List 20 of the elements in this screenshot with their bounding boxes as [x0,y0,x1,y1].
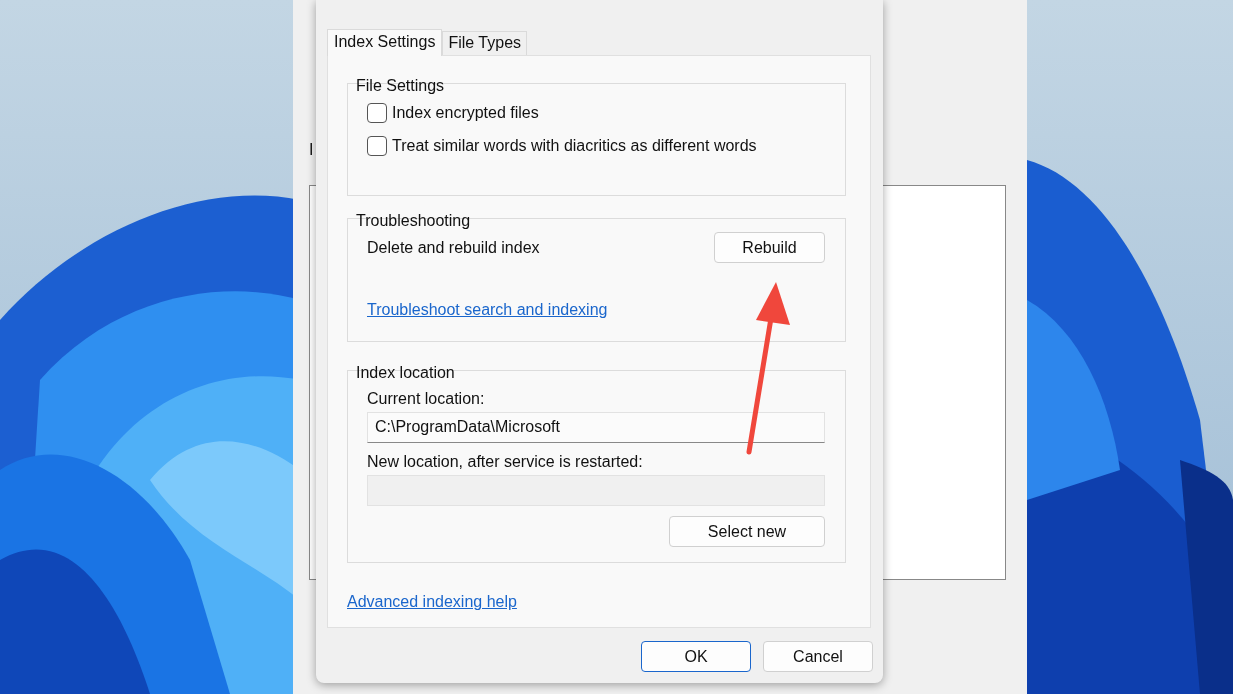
field-label: New location, after service is restarted: [367,453,644,471]
checkbox[interactable] [367,103,387,123]
checkbox-label: Treat similar words with diacritics as different words [392,137,757,155]
dialog-button[interactable]: Cancel [763,641,873,672]
checkbox-label: Index encrypted files [392,104,539,122]
troubleshoot-link[interactable]: Troubleshoot search and indexing [367,301,608,319]
group-title: Index location [356,364,455,382]
field-label: Current location: [367,390,486,408]
rebuild-button[interactable]: Rebuild [714,232,825,263]
group-title: Troubleshooting [356,212,471,230]
checkbox[interactable] [367,136,387,156]
rebuild-label: Delete and rebuild index [367,238,540,257]
tab[interactable]: File Types [442,31,528,55]
group-title: File Settings [356,77,445,95]
tab[interactable]: Index Settings [327,29,443,56]
dialog-button[interactable]: OK [641,641,751,672]
select-new-button[interactable]: Select new [669,516,825,547]
label-text: I [309,141,314,159]
location-field[interactable]: C:\ProgramData\Microsoft [367,412,825,443]
help-link[interactable]: Advanced indexing help [347,593,517,611]
